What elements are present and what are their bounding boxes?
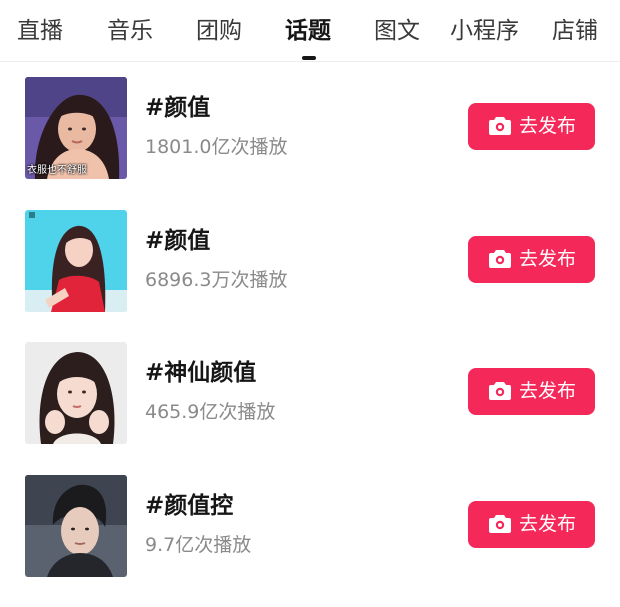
publish-button[interactable]: 去发布 [468,501,595,548]
publish-button[interactable]: 去发布 [468,103,595,150]
camera-icon [489,117,511,135]
topic-thumbnail[interactable]: 衣服也不舒服 [25,77,127,179]
tab-topics[interactable]: 话题 [285,14,331,48]
publish-button[interactable]: 去发布 [468,236,595,283]
publish-button-label: 去发布 [519,115,577,137]
tab-group-buy[interactable]: 团购 [196,14,242,48]
topic-title[interactable]: #颜值控 [145,491,233,521]
tab-live[interactable]: 直播 [17,14,63,48]
topic-play-count: 1801.0亿次播放 [145,136,288,158]
tab-music[interactable]: 音乐 [107,14,153,48]
tab-image-text[interactable]: 图文 [374,14,420,48]
active-tab-indicator [302,56,316,60]
topic-play-count: 465.9亿次播放 [145,401,276,423]
camera-icon [489,250,511,268]
topic-title[interactable]: #颜值 [145,93,210,123]
topic-row[interactable]: #颜值 6896.3万次播放 去发布 [0,210,620,314]
publish-button-label: 去发布 [519,248,577,270]
camera-icon [489,515,511,533]
topic-thumbnail[interactable] [25,475,127,577]
tab-shop[interactable]: 店铺 [552,14,598,48]
topic-thumbnail[interactable] [25,342,127,444]
publish-button-label: 去发布 [519,380,577,402]
tab-bar: 直播 音乐 团购 话题 图文 小程序 店铺 [0,0,620,62]
thumbnail-caption: 衣服也不舒服 [27,165,87,176]
topic-play-count: 9.7亿次播放 [145,534,252,556]
topic-title[interactable]: #颜值 [145,226,210,256]
camera-icon [489,382,511,400]
publish-button-label: 去发布 [519,513,577,535]
publish-button[interactable]: 去发布 [468,368,595,415]
topic-title[interactable]: #神仙颜值 [145,358,256,388]
topic-thumbnail[interactable] [25,210,127,312]
topic-row[interactable]: #神仙颜值 465.9亿次播放 去发布 [0,342,620,446]
topic-play-count: 6896.3万次播放 [145,269,288,291]
topic-row[interactable]: #颜值控 9.7亿次播放 去发布 [0,475,620,579]
topic-row[interactable]: 衣服也不舒服 #颜值 1801.0亿次播放 去发布 [0,77,620,181]
tab-mini-programs[interactable]: 小程序 [450,14,519,48]
